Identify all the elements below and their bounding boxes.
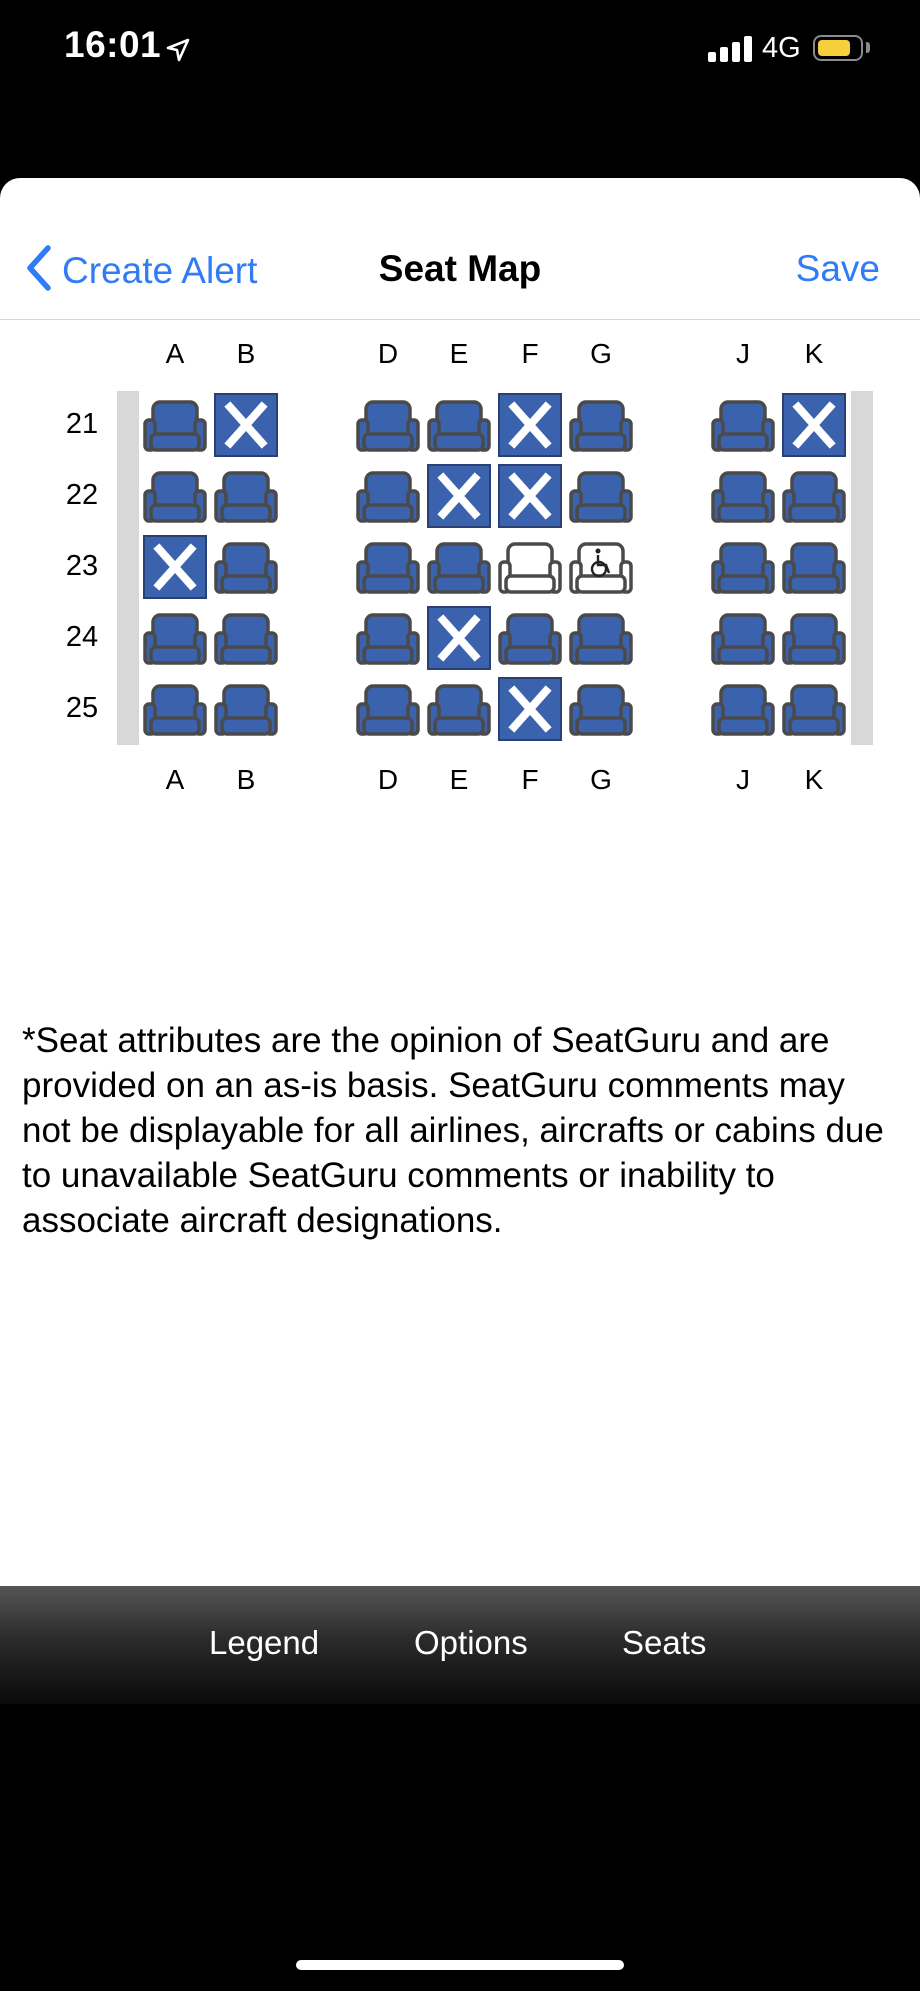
seat-22k-available[interactable] bbox=[781, 463, 847, 529]
seat-24g-available[interactable] bbox=[568, 605, 634, 671]
navigation-bar: Create Alert Seat Map Save bbox=[0, 178, 920, 320]
disclaimer-text: *Seat attributes are the opinion of Seat… bbox=[22, 1021, 884, 1240]
location-arrow-icon bbox=[166, 38, 190, 67]
column-label-top-d: D bbox=[377, 338, 399, 369]
save-button[interactable]: Save bbox=[796, 248, 880, 290]
seat-21k-occupied[interactable] bbox=[781, 392, 847, 458]
column-label-top-j: J bbox=[736, 338, 750, 369]
seat-23e-available[interactable] bbox=[426, 534, 492, 600]
seat-24f-available[interactable] bbox=[497, 605, 563, 671]
network-type: 4G bbox=[762, 32, 801, 64]
seat-23j-available[interactable] bbox=[710, 534, 776, 600]
seat-25g-available[interactable] bbox=[568, 676, 634, 742]
seat-23a-occupied[interactable] bbox=[142, 534, 208, 600]
seat-map-sheet: Create Alert Seat Map Save A A B B D D E E F F G G J… bbox=[0, 178, 920, 1586]
row-label-24: 24 bbox=[65, 621, 99, 653]
battery-icon bbox=[813, 35, 863, 61]
column-label-bottom-j: J bbox=[736, 764, 750, 795]
row-label-22: 22 bbox=[65, 479, 99, 511]
status-bar: 16:01 4G bbox=[0, 0, 920, 100]
seat-22j-available[interactable] bbox=[710, 463, 776, 529]
seat-21f-occupied[interactable] bbox=[497, 392, 563, 458]
seat-22a-available[interactable] bbox=[142, 463, 208, 529]
seat-24d-available[interactable] bbox=[355, 605, 421, 671]
seat-21b-occupied[interactable] bbox=[213, 392, 279, 458]
seat-21e-available[interactable] bbox=[426, 392, 492, 458]
seat-23d-available[interactable] bbox=[355, 534, 421, 600]
seat-24k-available[interactable] bbox=[781, 605, 847, 671]
row-label-23: 23 bbox=[65, 550, 99, 582]
page-title: Seat Map bbox=[378, 248, 542, 289]
column-label-top-k: K bbox=[804, 338, 824, 369]
seat-21g-available[interactable] bbox=[568, 392, 634, 458]
seat-22b-available[interactable] bbox=[213, 463, 279, 529]
column-label-bottom-b: B bbox=[236, 764, 256, 795]
seat-25d-available[interactable] bbox=[355, 676, 421, 742]
seat-21a-available[interactable] bbox=[142, 392, 208, 458]
column-label-bottom-f: F bbox=[521, 764, 539, 795]
fuselage-wall-left bbox=[117, 391, 139, 745]
seat-25b-available[interactable] bbox=[213, 676, 279, 742]
legend-button[interactable]: Legend bbox=[209, 1624, 319, 1662]
seat-25a-available[interactable] bbox=[142, 676, 208, 742]
seat-22d-available[interactable] bbox=[355, 463, 421, 529]
status-time: 16:01 bbox=[64, 24, 162, 65]
column-label-bottom-g: G bbox=[590, 764, 612, 795]
seat-25f-occupied[interactable] bbox=[497, 676, 563, 742]
seat-25k-available[interactable] bbox=[781, 676, 847, 742]
column-label-bottom-k: K bbox=[804, 764, 824, 795]
home-indicator bbox=[296, 1960, 624, 1970]
seat-25e-available[interactable] bbox=[426, 676, 492, 742]
options-button[interactable]: Options bbox=[414, 1624, 528, 1662]
seat-21d-available[interactable] bbox=[355, 392, 421, 458]
seat-23f-blocked[interactable] bbox=[497, 534, 563, 600]
seat-23b-available[interactable] bbox=[213, 534, 279, 600]
column-label-top-g: G bbox=[590, 338, 612, 369]
seat-24a-available[interactable] bbox=[142, 605, 208, 671]
seat-23g-accessible[interactable] bbox=[568, 534, 634, 600]
seat-23k-available[interactable] bbox=[781, 534, 847, 600]
fuselage-wall-right bbox=[851, 391, 873, 745]
row-label-21: 21 bbox=[65, 408, 99, 440]
seat-24b-available[interactable] bbox=[213, 605, 279, 671]
battery-tip bbox=[866, 42, 870, 53]
seat-22g-available[interactable] bbox=[568, 463, 634, 529]
seat-24j-available[interactable] bbox=[710, 605, 776, 671]
bottom-toolbar: Legend Options Seats bbox=[0, 1586, 920, 1704]
column-label-top-e: E bbox=[449, 338, 469, 369]
column-label-top-b: B bbox=[236, 338, 256, 369]
column-label-bottom-d: D bbox=[377, 764, 399, 795]
seat-24e-occupied[interactable] bbox=[426, 605, 492, 671]
seat-22e-occupied[interactable] bbox=[426, 463, 492, 529]
signal-strength-icon bbox=[708, 36, 754, 62]
column-label-top-a: A bbox=[165, 338, 185, 369]
seat-21j-available[interactable] bbox=[710, 392, 776, 458]
seat-25j-available[interactable] bbox=[710, 676, 776, 742]
column-label-bottom-e: E bbox=[449, 764, 469, 795]
seats-button[interactable]: Seats bbox=[622, 1624, 706, 1662]
row-label-25: 25 bbox=[65, 692, 99, 724]
seat-22f-occupied[interactable] bbox=[497, 463, 563, 529]
column-label-top-f: F bbox=[521, 338, 539, 369]
column-label-bottom-a: A bbox=[165, 764, 185, 795]
